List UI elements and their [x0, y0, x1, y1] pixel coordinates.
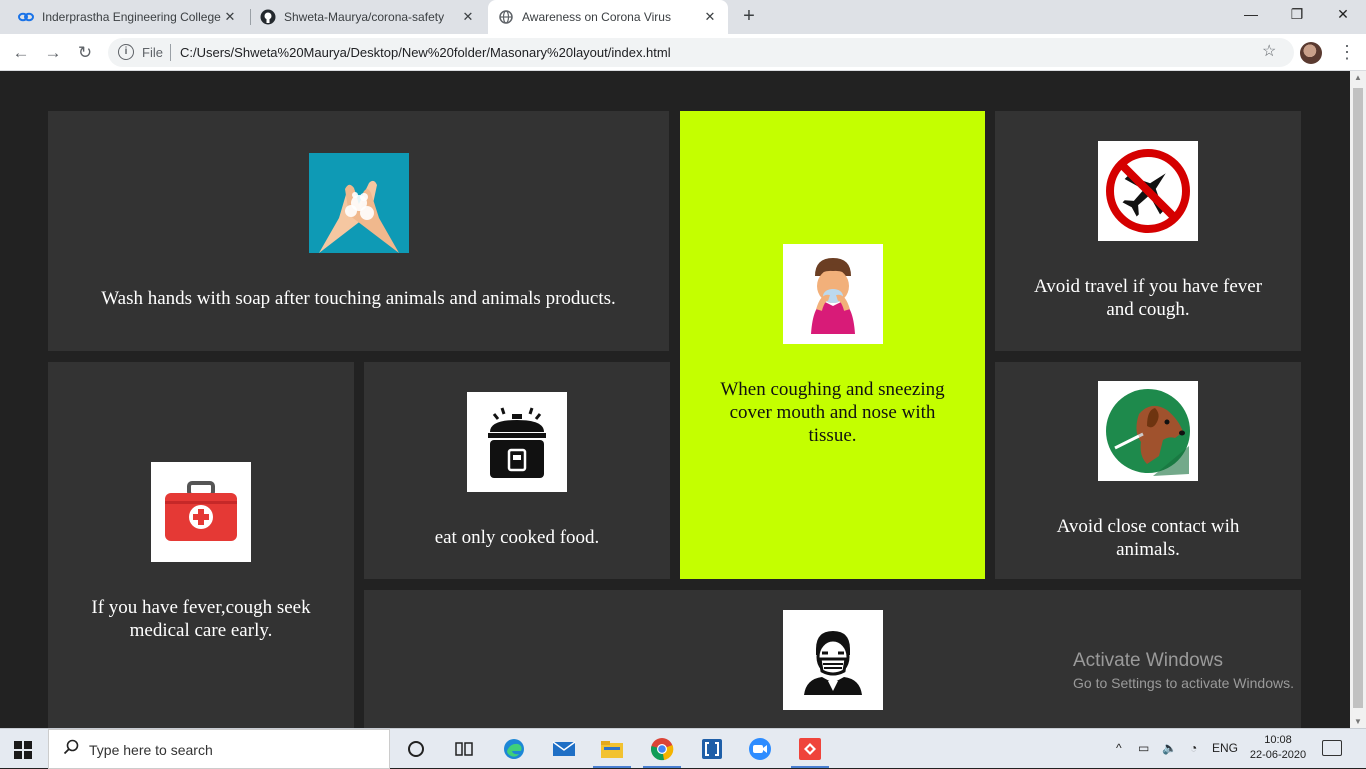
card-text: When coughing and sneezing cover mouth a…: [720, 378, 945, 446]
task-view-icon[interactable]: [450, 735, 478, 763]
mask-person-icon: [782, 610, 883, 710]
card-medical-care: If you have fever,cough seek medical car…: [48, 362, 354, 728]
github-icon: [260, 9, 276, 25]
clock-date: 22-06-2020: [1249, 749, 1307, 761]
bookmark-star-icon[interactable]: ☆: [1262, 41, 1276, 61]
info-icon[interactable]: i: [118, 44, 134, 60]
taskbar-clock[interactable]: 10:08 22-06-2020: [1248, 733, 1308, 763]
address-divider: [170, 44, 171, 61]
kebab-menu-icon[interactable]: ⋮: [1338, 40, 1356, 64]
cooker-icon: [467, 392, 567, 492]
speaker-icon[interactable]: 🔈: [1162, 741, 1177, 755]
card-avoid-travel: Avoid travel if you have fever and cough…: [995, 111, 1301, 351]
tab-awareness[interactable]: Awareness on Corona Virus ✕: [488, 0, 728, 34]
bracket-editor-icon[interactable]: [698, 735, 726, 763]
no-travel-icon: [1098, 141, 1198, 241]
search-placeholder: Type here to search: [89, 742, 213, 758]
card-wash-hands: Wash hands with soap after touching anim…: [48, 111, 669, 351]
taskbar-search-box[interactable]: Type here to search: [48, 729, 390, 769]
card-text: eat only cooked food.: [434, 527, 600, 548]
watermark-title: Activate Windows: [1073, 650, 1223, 671]
first-aid-icon: [151, 462, 251, 562]
notification-center-icon[interactable]: [1322, 740, 1342, 756]
close-icon[interactable]: ✕: [222, 9, 238, 25]
card-cooked-food: eat only cooked food.: [364, 362, 670, 579]
scheme-label: File: [142, 45, 163, 60]
forward-button[interactable]: →: [40, 40, 66, 66]
tab-github[interactable]: Shweta-Maurya/corona-safety ✕: [250, 0, 486, 34]
close-icon[interactable]: ✕: [460, 9, 476, 25]
card-text: Wash hands with soap after touching anim…: [101, 287, 616, 309]
restore-button[interactable]: ❐: [1274, 0, 1320, 30]
minimize-button[interactable]: —: [1228, 0, 1274, 30]
windows-start-icon[interactable]: [14, 741, 32, 759]
cough-icon: [782, 243, 883, 344]
tab-title: Awareness on Corona Virus: [522, 10, 671, 24]
clock-time: 10:08: [1264, 734, 1292, 746]
cortana-icon[interactable]: [402, 735, 430, 763]
file-explorer-icon[interactable]: [598, 735, 626, 763]
link-icon: [18, 9, 34, 25]
page-viewport: Wash hands with soap after touching anim…: [0, 71, 1350, 728]
url-text[interactable]: C:/Users/Shweta%20Maurya/Desktop/New%20f…: [180, 45, 671, 60]
watermark-subtitle: Go to Settings to activate Windows.: [1073, 675, 1294, 691]
zoom-icon[interactable]: [746, 735, 774, 763]
address-bar[interactable]: i File C:/Users/Shweta%20Maurya/Desktop/…: [108, 38, 1294, 67]
activate-windows-watermark: Activate Windows Go to Settings to activ…: [1073, 650, 1294, 691]
show-hidden-icons-chevron-icon[interactable]: ^: [1116, 741, 1122, 755]
close-icon[interactable]: ✕: [702, 9, 718, 25]
edge-icon[interactable]: [500, 735, 528, 763]
tab-title: Inderprastha Engineering College: [42, 10, 221, 24]
card-text: Avoid close contact wih animals.: [1056, 515, 1240, 560]
card-text: If you have fever,cough seek medical car…: [91, 597, 311, 641]
back-button[interactable]: ←: [8, 40, 34, 66]
tab-inderprastha[interactable]: Inderprastha Engineering College ✕: [8, 0, 248, 34]
scroll-up-arrow-icon[interactable]: ▲: [1350, 73, 1366, 82]
reload-button[interactable]: ↻: [72, 40, 98, 66]
vertical-scrollbar[interactable]: ▲ ▼: [1350, 71, 1366, 728]
chrome-icon[interactable]: [648, 735, 676, 763]
anydesk-icon[interactable]: [796, 735, 824, 763]
mail-icon[interactable]: [550, 735, 578, 763]
dog-icon: [1098, 380, 1198, 481]
handwash-icon: [308, 152, 409, 253]
card-cough: When coughing and sneezing cover mouth a…: [680, 111, 985, 579]
search-icon: [63, 739, 79, 760]
wifi-icon[interactable]: ◔: [1190, 741, 1197, 755]
battery-icon[interactable]: ▭: [1138, 741, 1149, 755]
tab-title: Shweta-Maurya/corona-safety: [284, 10, 445, 24]
scroll-thumb[interactable]: [1353, 88, 1363, 708]
profile-avatar[interactable]: [1300, 42, 1322, 64]
card-avoid-animals: Avoid close contact wih animals.: [995, 362, 1301, 579]
window-close-button[interactable]: ✕: [1320, 0, 1366, 30]
globe-icon: [498, 9, 514, 25]
scroll-down-arrow-icon[interactable]: ▼: [1350, 717, 1366, 726]
tab-strip: Inderprastha Engineering College ✕ Shwet…: [0, 0, 1366, 34]
windows-taskbar: Type here to search ^ ▭ 🔈 ◔ ENG 10:08 22…: [0, 728, 1366, 769]
card-text: Avoid travel if you have fever and cough…: [1033, 276, 1263, 320]
language-indicator[interactable]: ENG: [1212, 741, 1238, 755]
new-tab-button[interactable]: +: [738, 5, 760, 27]
browser-toolbar: ← → ↻ i File C:/Users/Shweta%20Maurya/De…: [0, 34, 1366, 71]
